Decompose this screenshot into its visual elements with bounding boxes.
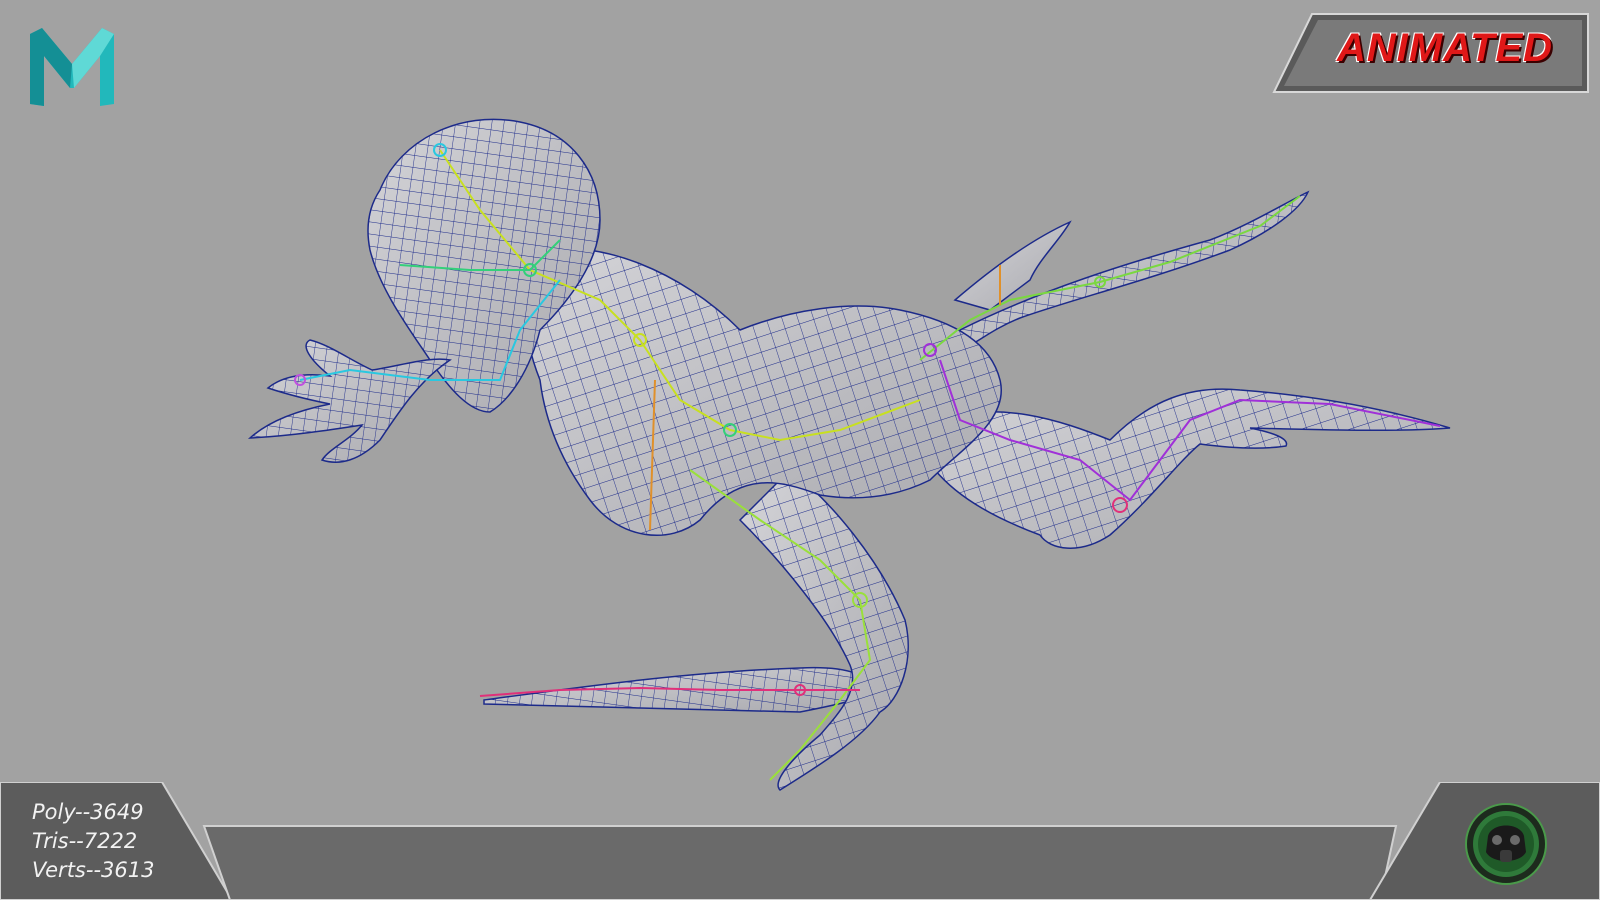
verts-count: Verts--3613 [32,858,155,882]
poly-count: Poly--3649 [32,800,144,824]
viewport[interactable] [0,0,1600,900]
gas-mask-icon [1465,803,1547,885]
animated-label: ANIMATED [1336,26,1554,70]
mesh-stats: Poly--3649 Tris--7222 Verts--3613 [32,798,154,885]
tris-count: Tris--7222 [32,829,138,853]
maya-logo-icon [30,28,114,106]
bottom-bar [0,782,1600,900]
